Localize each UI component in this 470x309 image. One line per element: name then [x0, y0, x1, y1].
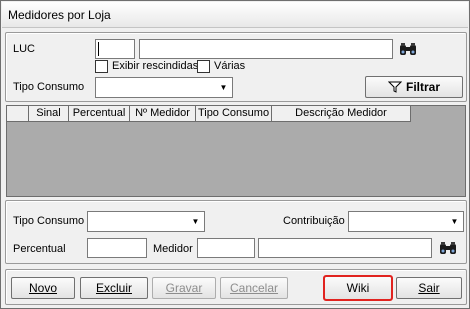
gravar-button[interactable]: Gravar — [152, 277, 216, 299]
luc-description-input[interactable] — [139, 39, 393, 59]
medidor-code-input[interactable] — [197, 238, 255, 258]
grid-header: Sinal Percentual Nº Medidor Tipo Consumo… — [7, 106, 411, 122]
tipo-consumo-edit-label: Tipo Consumo — [13, 215, 85, 227]
window-title: Medidores por Loja — [8, 8, 111, 22]
grid-col-indicator — [7, 106, 29, 121]
grid-col-sinal[interactable]: Sinal — [29, 106, 69, 121]
chevron-down-icon: ▼ — [219, 83, 228, 92]
medidor-search-button[interactable] — [437, 238, 459, 258]
medidores-grid[interactable]: Sinal Percentual Nº Medidor Tipo Consumo… — [6, 105, 466, 197]
binoculars-icon — [400, 43, 416, 55]
exibir-rescindidas-label: Exibir rescindidas — [112, 60, 199, 72]
grid-col-nr-medidor[interactable]: Nº Medidor — [130, 106, 196, 121]
contribuicao-select[interactable]: ▼ — [348, 211, 464, 232]
varias-checkbox[interactable] — [197, 60, 210, 73]
sair-button[interactable]: Sair — [396, 277, 462, 299]
grid-col-tipo-consumo[interactable]: Tipo Consumo — [196, 106, 272, 121]
exibir-rescindidas-checkbox[interactable] — [95, 60, 108, 73]
percentual-label: Percentual — [13, 243, 66, 255]
binoculars-icon — [440, 242, 456, 254]
medidor-description-input[interactable] — [258, 238, 432, 258]
varias-label: Várias — [214, 60, 246, 72]
funnel-icon — [387, 81, 402, 93]
title-bar: Medidores por Loja — [2, 2, 468, 28]
grid-col-descricao-medidor[interactable]: Descrição Medidor — [272, 106, 411, 121]
novo-button[interactable]: Novo — [11, 277, 75, 299]
percentual-input[interactable] — [87, 238, 147, 258]
excluir-button[interactable]: Excluir — [80, 277, 148, 299]
tipo-consumo-filter-label: Tipo Consumo — [13, 81, 85, 93]
cancelar-button[interactable]: Cancelar — [220, 277, 288, 299]
medidor-label: Medidor — [153, 243, 193, 255]
luc-label: LUC — [13, 43, 36, 55]
chevron-down-icon: ▼ — [450, 217, 459, 226]
filtrar-button[interactable]: Filtrar — [365, 76, 463, 98]
grid-col-percentual[interactable]: Percentual — [69, 106, 130, 121]
tipo-consumo-edit-select[interactable]: ▼ — [87, 211, 205, 232]
chevron-down-icon: ▼ — [191, 217, 200, 226]
wiki-button[interactable]: Wiki — [323, 275, 393, 301]
medidores-window: Medidores por Loja LUC Exibir rescindida… — [0, 0, 470, 309]
luc-code-input[interactable] — [95, 39, 135, 59]
luc-search-button[interactable] — [397, 39, 419, 59]
tipo-consumo-filter-select[interactable]: ▼ — [95, 77, 233, 98]
contribuicao-label: Contribuição — [283, 215, 345, 227]
